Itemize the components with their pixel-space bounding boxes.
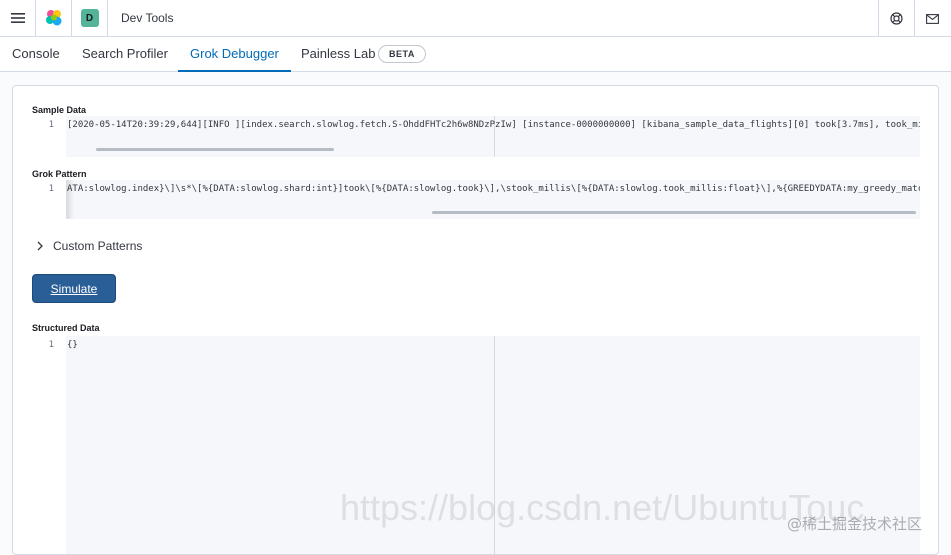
horizontal-scrollbar[interactable] xyxy=(432,211,916,214)
tab-painless-lab[interactable]: Painless Lab xyxy=(289,37,387,72)
credit-text: @稀土掘金技术社区 xyxy=(787,515,923,533)
scroll-shadow xyxy=(66,180,74,219)
chevron-right-icon xyxy=(37,241,43,251)
editor-gutter: 1 xyxy=(32,180,66,219)
sample-data-label: Sample Data xyxy=(32,105,87,115)
grok-pattern-text: ATA:slowlog.index}\]\s*\[%{DATA:slowlog.… xyxy=(67,184,920,194)
line-number: 1 xyxy=(48,120,54,130)
elastic-logo-icon xyxy=(45,10,61,26)
sample-data-editor[interactable]: 1 [2020-05-14T20:39:29,644][INFO ][index… xyxy=(32,116,920,157)
menu-icon xyxy=(10,13,25,23)
grok-pattern-label: Grok Pattern xyxy=(32,169,87,179)
home-link[interactable] xyxy=(36,0,72,37)
structured-data-text: {} xyxy=(67,340,78,350)
help-icon xyxy=(890,12,903,25)
tab-search-profiler[interactable]: Search Profiler xyxy=(70,37,180,72)
newsfeed-button[interactable] xyxy=(914,0,950,37)
mail-icon xyxy=(926,13,939,24)
sample-data-text: [2020-05-14T20:39:29,644][INFO ][index.s… xyxy=(67,120,920,130)
structured-data-label: Structured Data xyxy=(32,323,100,333)
space-selector[interactable]: D xyxy=(72,0,108,37)
editor-gutter: 1 xyxy=(32,336,66,554)
beta-badge: BETA xyxy=(378,45,426,63)
grok-debugger-panel: Sample Data 1 [2020-05-14T20:39:29,644][… xyxy=(12,85,939,555)
grok-pattern-editor[interactable]: 1 ATA:slowlog.index}\]\s*\[%{DATA:slowlo… xyxy=(32,180,920,219)
devtools-tabs: Console Search Profiler Grok Debugger Pa… xyxy=(0,37,951,72)
custom-patterns-label: Custom Patterns xyxy=(53,239,143,253)
top-header: D Dev Tools xyxy=(0,0,951,37)
simulate-button[interactable]: Simulate xyxy=(32,274,116,303)
custom-patterns-toggle[interactable]: Custom Patterns xyxy=(35,239,142,253)
app-title: Dev Tools xyxy=(121,11,174,25)
line-number: 1 xyxy=(48,184,54,194)
tab-grok-debugger[interactable]: Grok Debugger xyxy=(178,37,291,72)
help-button[interactable] xyxy=(878,0,914,37)
tab-console[interactable]: Console xyxy=(0,37,72,72)
horizontal-scrollbar[interactable] xyxy=(96,148,334,151)
space-avatar: D xyxy=(80,9,99,27)
menu-button[interactable] xyxy=(0,0,36,37)
watermark-text: https://blog.csdn.net/UbuntuTouc xyxy=(340,487,865,528)
line-number: 1 xyxy=(48,340,54,350)
editor-gutter: 1 xyxy=(32,116,66,157)
